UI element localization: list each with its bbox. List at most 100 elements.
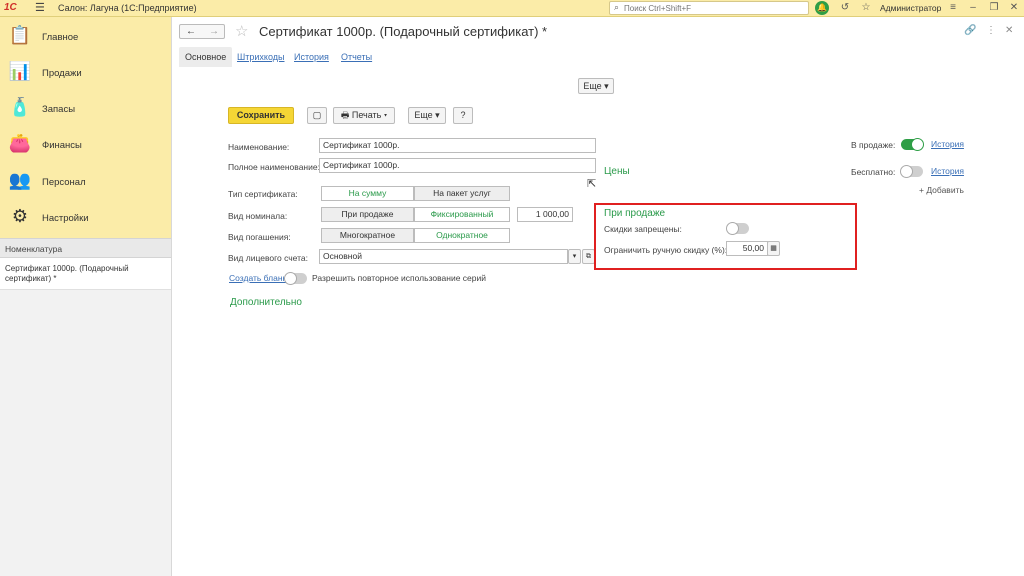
search-input[interactable] [624, 3, 804, 14]
more-top-button[interactable]: Еще ▾ [578, 78, 614, 94]
create-forms-link[interactable]: Создать бланки [229, 273, 291, 283]
toggle-knob [900, 165, 913, 178]
fullname-label: Полное наименование: [228, 162, 320, 172]
section-label: Продажи [42, 68, 82, 79]
forward-arrow-icon[interactable]: → [203, 26, 225, 38]
wallet-icon: 👛 [8, 133, 32, 153]
cert-type-label: Тип сертификата: [228, 189, 298, 199]
account-dropdown-button[interactable]: ▾ [568, 249, 581, 264]
sections-panel: 📋 Главное 📊 Продажи 🧴 Запасы 👛 Финансы 👥… [0, 17, 171, 238]
section-label: Запасы [42, 104, 76, 115]
discounts-forbidden-label: Скидки запрещены: [604, 224, 682, 234]
free-label: Бесплатно: [851, 167, 896, 177]
close-icon[interactable]: ✕ [1007, 1, 1021, 15]
calculator-icon: ▦ [770, 245, 777, 252]
allow-reuse-label: Разрешить повторное использование серий [312, 273, 486, 283]
people-icon: 👥 [8, 170, 32, 190]
toggle-knob [726, 222, 739, 235]
favorites-star-icon[interactable]: ☆ [859, 1, 873, 15]
search-icon: ⌕ [614, 2, 620, 12]
on-sale-history-link[interactable]: История [931, 139, 964, 149]
repay-single[interactable]: Однократное [414, 228, 510, 243]
tab-reports[interactable]: Отчеты [341, 47, 372, 67]
section-main[interactable]: 📋 Главное [0, 19, 171, 53]
prices-header: Цены [604, 166, 630, 177]
printer-icon: 🖶 [340, 110, 350, 120]
on-sale-toggle[interactable] [901, 138, 924, 151]
cert-type-sum[interactable]: На сумму [321, 186, 414, 201]
open-windows-header-label: Номенклатура [5, 244, 63, 254]
chevron-down-icon: ▾ [572, 253, 577, 260]
current-user[interactable]: Администратор [880, 3, 941, 13]
section-label: Персонал [42, 177, 86, 188]
sidebar: 📋 Главное 📊 Продажи 🧴 Запасы 👛 Финансы 👥… [0, 17, 172, 576]
tab-main[interactable]: Основное [179, 47, 233, 67]
section-sales[interactable]: 📊 Продажи [0, 55, 171, 89]
manual-discount-limit-label: Ограничить ручную скидку (%): [604, 245, 728, 255]
chart-icon: 📊 [8, 61, 32, 81]
nominal-fixed[interactable]: Фиксированный [414, 207, 510, 222]
discounts-forbidden-toggle[interactable] [726, 222, 749, 235]
favorite-star-icon[interactable]: ☆ [235, 22, 248, 40]
open-windows-header[interactable]: Номенклатура [0, 238, 171, 258]
nominal-amount-field[interactable]: 1 000,00 [517, 207, 573, 222]
more-vertical-icon[interactable]: ⋮ [986, 25, 996, 36]
form-area: ← → ☆ Сертификат 1000р. (Подарочный серт… [173, 17, 1024, 576]
clipboard-icon: 📋 [8, 25, 32, 45]
nominal-on-sale[interactable]: При продаже [321, 207, 414, 222]
more-label: Еще [414, 110, 433, 120]
save-label: Сохранить [236, 110, 286, 120]
tab-barcodes[interactable]: Штрихкоды [237, 47, 284, 67]
global-search[interactable]: ⌕ [609, 1, 809, 15]
mouse-cursor-icon: ⇱ [587, 178, 597, 190]
link-icon[interactable]: 🔗 [964, 25, 976, 36]
bottles-icon: 🧴 [8, 97, 32, 117]
open-link-icon: ⧉ [586, 253, 591, 260]
additional-section-header[interactable]: Дополнительно [230, 297, 302, 308]
attach-button[interactable]: ▢ [307, 107, 327, 124]
section-settings[interactable]: ⚙ Настройки [0, 200, 171, 234]
name-field[interactable]: Сертификат 1000р. [319, 138, 596, 153]
nav-buttons: ← → [179, 24, 225, 39]
section-stock[interactable]: 🧴 Запасы [0, 91, 171, 125]
help-button[interactable]: ? [453, 107, 473, 124]
allow-reuse-toggle[interactable] [284, 272, 307, 285]
page-title: Сертификат 1000р. (Подарочный сертификат… [259, 24, 548, 39]
repay-label: Вид погашения: [228, 232, 291, 242]
free-toggle[interactable] [900, 165, 923, 178]
notifications-icon[interactable]: 🔔 [815, 1, 829, 15]
print-button[interactable]: 🖶 Печать ▾ [333, 107, 395, 124]
on-sale-label: В продаже: [851, 140, 896, 150]
section-finance[interactable]: 👛 Финансы [0, 127, 171, 161]
repay-multiple[interactable]: Многократное [321, 228, 414, 243]
calculator-button[interactable]: ▦ [767, 241, 780, 256]
more-button[interactable]: Еще ▾ [408, 107, 446, 124]
cert-type-package[interactable]: На пакет услуг [414, 186, 510, 201]
save-button[interactable]: Сохранить [228, 107, 294, 124]
toggle-knob [911, 138, 924, 151]
more-top-label: Еще [583, 81, 602, 91]
restore-icon[interactable]: ❐ [987, 1, 1001, 15]
tab-history[interactable]: История [294, 47, 329, 67]
account-type-label: Вид лицевого счета: [228, 253, 309, 263]
history-icon[interactable]: ↺ [838, 1, 852, 15]
account-type-field[interactable]: Основной [319, 249, 568, 264]
gear-icon: ⚙ [11, 206, 29, 226]
minimize-icon[interactable]: – [966, 1, 980, 15]
fullname-field[interactable]: Сертификат 1000р. [319, 158, 596, 173]
close-form-icon[interactable]: ✕ [1005, 25, 1013, 36]
manual-discount-limit-field[interactable]: 50,00 [726, 241, 768, 256]
help-label: ? [460, 110, 466, 120]
back-arrow-icon[interactable]: ← [180, 26, 202, 38]
menu-icon[interactable]: ☰ [35, 1, 45, 14]
add-price-link[interactable]: + Добавить [919, 185, 964, 195]
app-title: Салон: Лагуна (1С:Предприятие) [58, 3, 197, 13]
section-staff[interactable]: 👥 Персонал [0, 164, 171, 198]
section-label: Настройки [42, 213, 89, 224]
open-window-item[interactable]: Сертификат 1000р. (Подарочный сертификат… [0, 258, 171, 290]
settings-icon[interactable]: ≡ [946, 1, 960, 15]
free-history-link[interactable]: История [931, 166, 964, 176]
app-logo: 1С [4, 2, 17, 13]
section-label: Главное [42, 32, 79, 43]
section-label: Финансы [42, 140, 82, 151]
